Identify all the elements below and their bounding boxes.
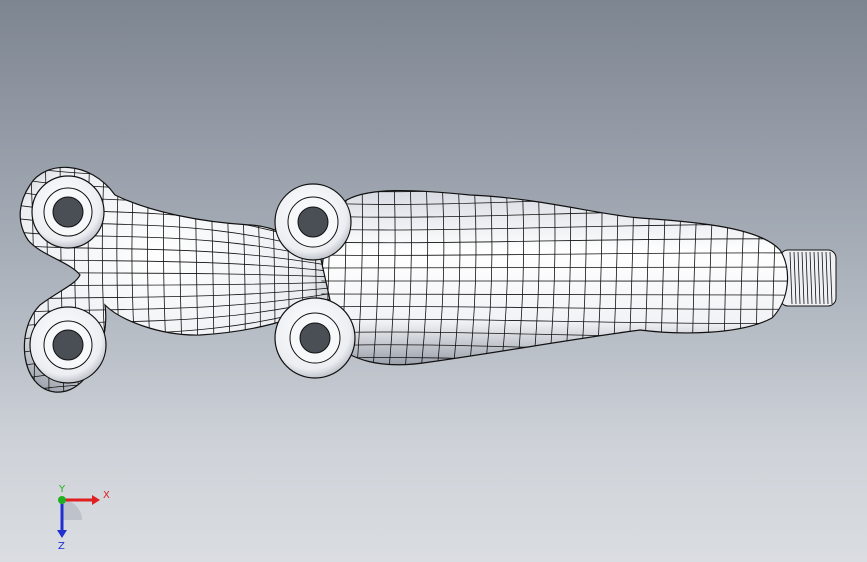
- boss-upper-left[interactable]: [31, 175, 105, 249]
- z-axis-head: [57, 530, 67, 538]
- y-axis-label: Y: [58, 484, 66, 495]
- 3d-viewport[interactable]: X Y Z: [0, 0, 867, 562]
- part-model[interactable]: [0, 0, 867, 562]
- threaded-stub: [779, 249, 837, 307]
- boss-lower-left[interactable]: [29, 306, 107, 384]
- x-axis-head: [92, 495, 100, 505]
- triad-shade: [62, 500, 82, 520]
- boss-lower-right[interactable]: [274, 297, 356, 379]
- boss-upper-right[interactable]: [274, 183, 352, 261]
- hole-icon: [297, 206, 329, 238]
- mesh-line: [20, 167, 21, 393]
- hole-icon: [52, 329, 84, 361]
- z-axis-label: Z: [58, 541, 65, 552]
- y-axis-dot: [58, 496, 66, 504]
- x-axis-label: X: [103, 490, 110, 501]
- axis-triad: X Y Z: [57, 484, 110, 552]
- hole-icon: [52, 196, 84, 228]
- hole-icon: [299, 322, 331, 354]
